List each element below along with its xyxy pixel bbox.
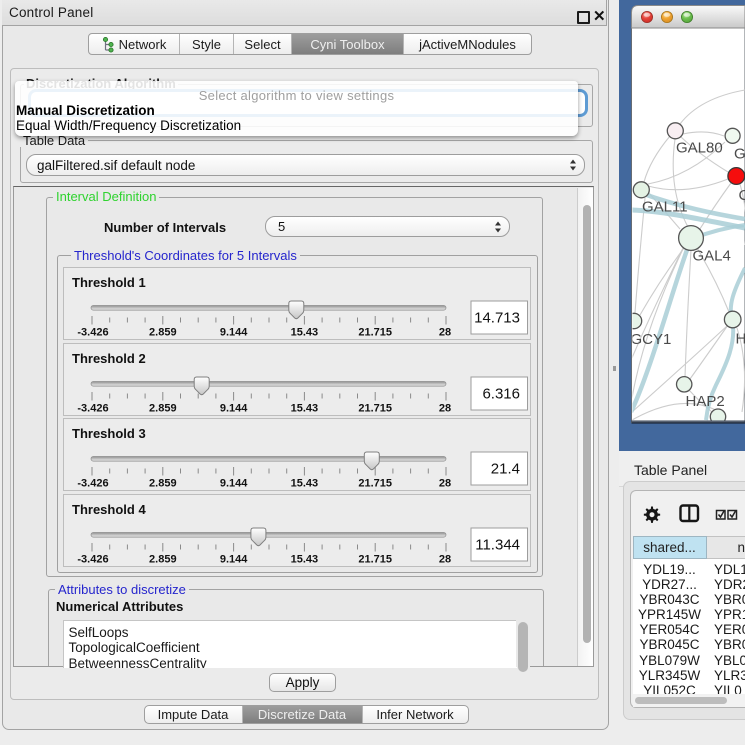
svg-text:28: 28	[439, 327, 451, 339]
svg-text:9.144: 9.144	[220, 478, 248, 490]
svg-text:11.344: 11.344	[475, 536, 520, 553]
svg-text:Threshold 1: Threshold 1	[72, 275, 146, 290]
svg-text:9.144: 9.144	[220, 553, 248, 565]
svg-text:-3.426: -3.426	[77, 327, 108, 339]
svg-text:9.144: 9.144	[220, 327, 248, 339]
svg-text:21.4: 21.4	[491, 461, 520, 478]
svg-text:9.144: 9.144	[220, 402, 248, 414]
svg-text:-3.426: -3.426	[77, 553, 108, 565]
svg-text:14.713: 14.713	[474, 310, 520, 327]
svg-text:28: 28	[439, 553, 451, 565]
svg-text:6.316: 6.316	[482, 385, 520, 402]
svg-text:15.43: 15.43	[291, 478, 319, 490]
svg-text:Threshold 3: Threshold 3	[72, 426, 146, 441]
svg-text:21.715: 21.715	[358, 478, 392, 490]
svg-text:CD: CD	[739, 187, 745, 204]
svg-text:GAL4: GAL4	[693, 248, 731, 265]
svg-text:H: H	[736, 331, 745, 348]
svg-text:28: 28	[439, 478, 451, 490]
svg-text:15.43: 15.43	[291, 402, 319, 414]
svg-text:GCY1: GCY1	[631, 331, 672, 348]
svg-text:-3.426: -3.426	[77, 402, 108, 414]
svg-text:28: 28	[439, 402, 451, 414]
svg-text:2.859: 2.859	[149, 327, 177, 339]
svg-text:15.43: 15.43	[291, 327, 319, 339]
svg-text:21.715: 21.715	[358, 327, 392, 339]
svg-text:2.859: 2.859	[149, 402, 177, 414]
svg-text:GAL80: GAL80	[676, 140, 723, 157]
svg-text:Threshold 2: Threshold 2	[72, 351, 146, 366]
svg-text:GA: GA	[734, 146, 745, 163]
svg-text:21.715: 21.715	[358, 402, 392, 414]
svg-text:2.859: 2.859	[149, 478, 177, 490]
svg-text:21.715: 21.715	[358, 553, 392, 565]
svg-text:HAP2: HAP2	[686, 393, 725, 410]
svg-text:15.43: 15.43	[291, 553, 319, 565]
svg-text:Threshold 4: Threshold 4	[72, 502, 146, 517]
svg-text:-3.426: -3.426	[77, 478, 108, 490]
svg-text:2.859: 2.859	[149, 553, 177, 565]
svg-text:GAL11: GAL11	[642, 199, 688, 216]
